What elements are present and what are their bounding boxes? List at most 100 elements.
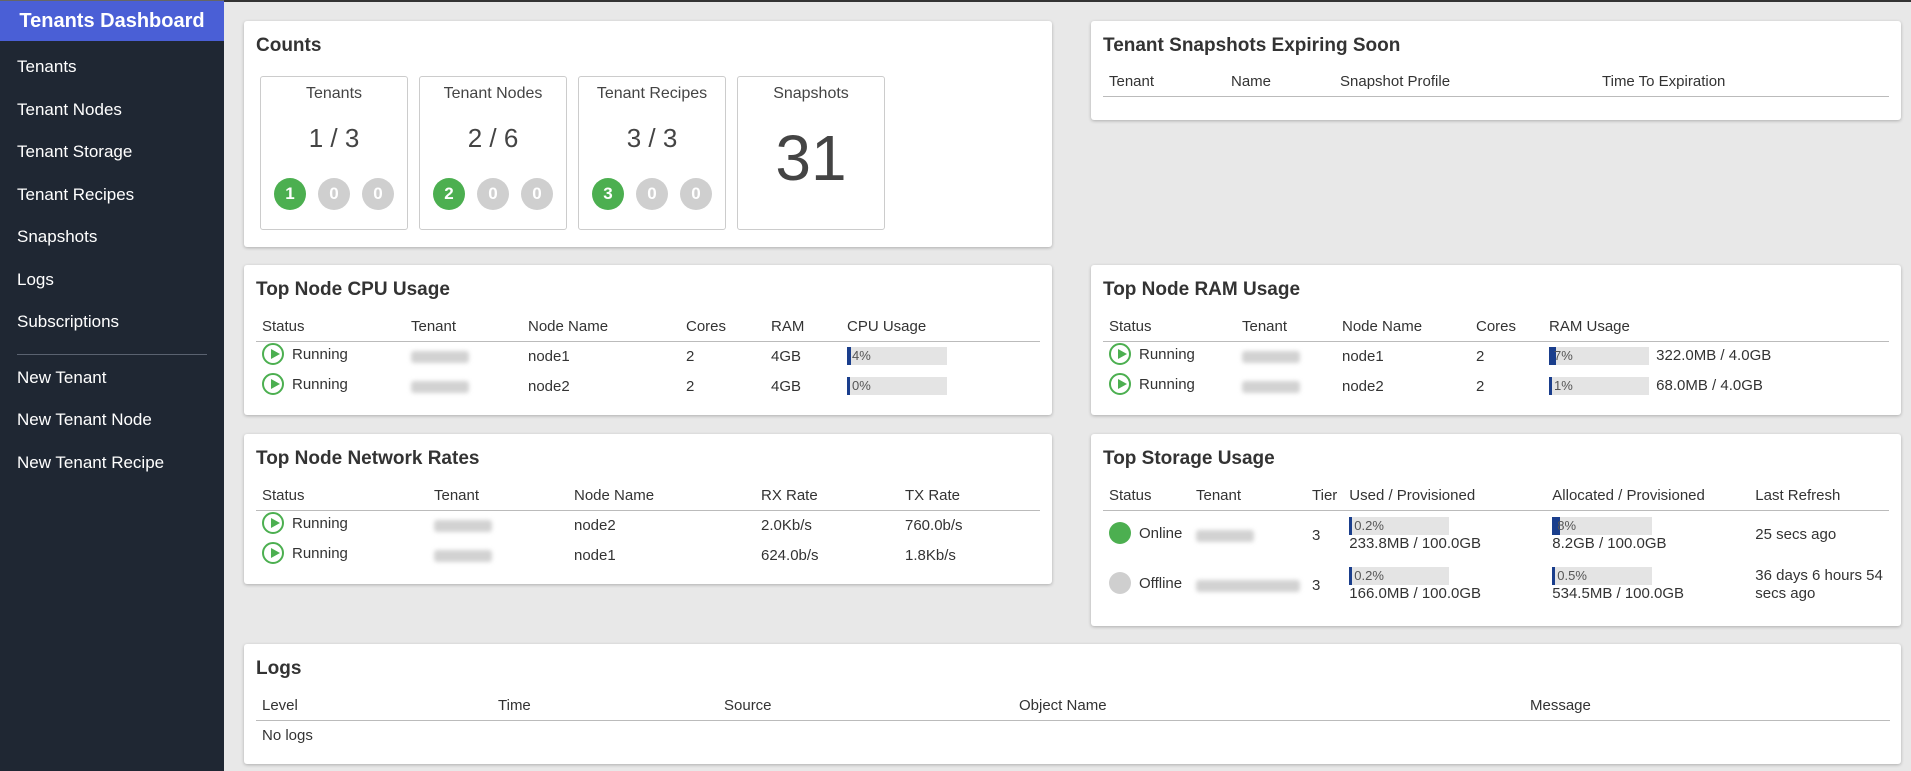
column-header[interactable]: Node Name	[1336, 313, 1470, 342]
column-header[interactable]: Last Refresh	[1749, 482, 1889, 511]
app-title[interactable]: Tenants Dashboard	[0, 0, 224, 41]
ram-usage-card: Top Node RAM Usage Status Tenant Node Na…	[1091, 265, 1901, 415]
column-header[interactable]: TX Rate	[899, 482, 1040, 511]
column-header[interactable]: Cores	[1470, 313, 1543, 342]
rx-rate: 624.0b/s	[761, 546, 819, 564]
column-header[interactable]: Level	[256, 692, 492, 721]
table-row[interactable]: Offline 3 0.2% 166.0MB / 100.0GB 0.5% 534.…	[1103, 560, 1889, 610]
allocated-usage-percent: 0.5%	[1557, 568, 1587, 584]
table-row[interactable]: Running node1 624.0b/s 1.8Kb/s	[256, 540, 1040, 570]
sidebar-item-subscriptions[interactable]: Subscriptions	[0, 301, 224, 344]
column-header[interactable]: Snapshot Profile	[1334, 68, 1596, 97]
column-header[interactable]: Tenant	[405, 313, 522, 342]
column-header[interactable]: Status	[256, 482, 428, 511]
column-header[interactable]: Tenant	[1190, 482, 1306, 511]
sidebar-item-tenant-storage[interactable]: Tenant Storage	[0, 131, 224, 174]
column-header[interactable]: RAM Usage	[1543, 313, 1889, 342]
column-header[interactable]: Status	[256, 313, 405, 342]
tenant-name-redacted	[434, 549, 492, 562]
cpu-usage-card: Top Node CPU Usage Status Tenant Node Na…	[244, 265, 1052, 415]
column-header[interactable]: Cores	[680, 313, 765, 342]
column-header[interactable]: RX Rate	[755, 482, 899, 511]
node-name: node1	[574, 546, 616, 564]
column-header[interactable]: Node Name	[568, 482, 755, 511]
column-header[interactable]: Tenant	[1236, 313, 1336, 342]
storage-usage-card: Top Storage Usage Status Tenant Tier Use…	[1091, 434, 1901, 626]
count-box-tenant-nodes[interactable]: Tenant Nodes 2 / 6 2 0 0	[419, 76, 567, 230]
sidebar-item-tenant-nodes[interactable]: Tenant Nodes	[0, 89, 224, 132]
column-header[interactable]: Tenant	[428, 482, 568, 511]
cpu-usage-bar: 0%	[847, 377, 947, 396]
table-row[interactable]: Running node2 2.0Kb/s 760.0b/s	[256, 510, 1040, 540]
tenant-name-redacted	[434, 519, 492, 532]
sidebar-item-new-tenant-node[interactable]: New Tenant Node	[0, 399, 224, 442]
column-header[interactable]: Tier	[1306, 482, 1344, 511]
count-value: 3 / 3	[626, 123, 678, 153]
column-header[interactable]: Allocated / Provisioned	[1546, 482, 1750, 511]
column-header[interactable]: RAM	[765, 313, 841, 342]
sidebar-item-tenant-recipes[interactable]: Tenant Recipes	[0, 174, 224, 217]
ram-usage-percent: 7%	[1554, 348, 1573, 364]
sidebar-item-new-tenant-recipe[interactable]: New Tenant Recipe	[0, 442, 224, 485]
network-rates-title: Top Node Network Rates	[256, 448, 480, 469]
used-detail: 166.0MB / 100.0GB	[1349, 585, 1482, 603]
logs-table: Level Time Source Object Name Message No…	[256, 692, 1890, 750]
tx-rate: 760.0b/s	[905, 516, 963, 534]
allocated-detail: 8.2GB / 100.0GB	[1552, 535, 1667, 553]
status-text: Running	[292, 345, 348, 363]
column-header[interactable]: Node Name	[522, 313, 680, 342]
status-text: Running	[292, 514, 348, 532]
column-header[interactable]: Used / Provisioned	[1343, 482, 1547, 511]
column-header[interactable]: Status	[1103, 313, 1236, 342]
used-usage-bar: 0.2%	[1349, 567, 1450, 586]
last-refresh: 25 secs ago	[1755, 526, 1837, 544]
allocated-detail: 534.5MB / 100.0GB	[1552, 585, 1685, 603]
column-header[interactable]: Name	[1225, 68, 1334, 97]
network-rates-table: Status Tenant Node Name RX Rate TX Rate …	[256, 482, 1040, 570]
table-row[interactable]: Online 3 0.2% 233.8MB / 100.0GB 8% 8.2GB /…	[1103, 510, 1889, 560]
count-box-tenants[interactable]: Tenants 1 / 3 1 0 0	[260, 76, 408, 230]
sidebar-item-logs[interactable]: Logs	[0, 259, 224, 302]
status-text: Online	[1139, 524, 1183, 542]
count-label: Snapshots	[773, 85, 849, 102]
used-detail: 233.8MB / 100.0GB	[1349, 535, 1482, 553]
empty-message: No logs	[262, 726, 313, 744]
column-header[interactable]: Object Name	[1013, 692, 1524, 721]
ram-usage-bar: 7%	[1549, 347, 1649, 366]
status-badge-ok: 2	[433, 178, 465, 210]
cores: 2	[686, 347, 695, 365]
ram: 4GB	[771, 377, 802, 395]
cpu-usage-table: Status Tenant Node Name Cores RAM CPU Us…	[256, 313, 1040, 401]
node-name: node1	[528, 347, 570, 365]
sidebar-item-new-tenant[interactable]: New Tenant	[0, 357, 224, 400]
snapshots-expiring-title: Tenant Snapshots Expiring Soon	[1103, 35, 1401, 56]
status-badge-ok: 3	[592, 178, 624, 210]
table-row[interactable]: Running node2 2 1% 68.0MB / 4.0GB	[1103, 371, 1889, 401]
column-header[interactable]: Time	[492, 692, 718, 721]
cpu-usage-percent: 0%	[852, 378, 871, 394]
column-header[interactable]: CPU Usage	[841, 313, 1040, 342]
table-row[interactable]: Running node2 2 4GB 0%	[256, 371, 1040, 401]
count-label: Tenants	[305, 85, 363, 102]
sidebar-item-tenants[interactable]: Tenants	[0, 46, 224, 89]
status-text: Running	[1139, 345, 1195, 363]
column-header[interactable]: Source	[718, 692, 1013, 721]
count-box-snapshots[interactable]: Snapshots 31	[737, 76, 885, 230]
column-header[interactable]: Message	[1524, 692, 1890, 721]
table-row[interactable]: Running node1 2 4GB 4%	[256, 341, 1040, 371]
column-header[interactable]: Status	[1103, 482, 1190, 511]
cores: 2	[1476, 347, 1485, 365]
node-name: node2	[574, 516, 616, 534]
sidebar-divider	[17, 353, 207, 355]
count-box-tenant-recipes[interactable]: Tenant Recipes 3 / 3 3 0 0	[578, 76, 726, 230]
status-text: Running	[292, 375, 348, 393]
main-content: Counts Tenants 1 / 3 1 0 0 Tenant Nodes …	[224, 0, 1911, 771]
status-badge-ok: 1	[274, 178, 306, 210]
sidebar-item-snapshots[interactable]: Snapshots	[0, 216, 224, 259]
column-header[interactable]: Tenant	[1103, 68, 1225, 97]
count-value: 1 / 3	[308, 123, 360, 153]
count-label: Tenant Nodes	[443, 85, 543, 102]
table-row[interactable]: Running node1 2 7% 322.0MB / 4.0GB	[1103, 341, 1889, 371]
tx-rate: 1.8Kb/s	[905, 546, 956, 564]
column-header[interactable]: Time To Expiration	[1596, 68, 1889, 97]
